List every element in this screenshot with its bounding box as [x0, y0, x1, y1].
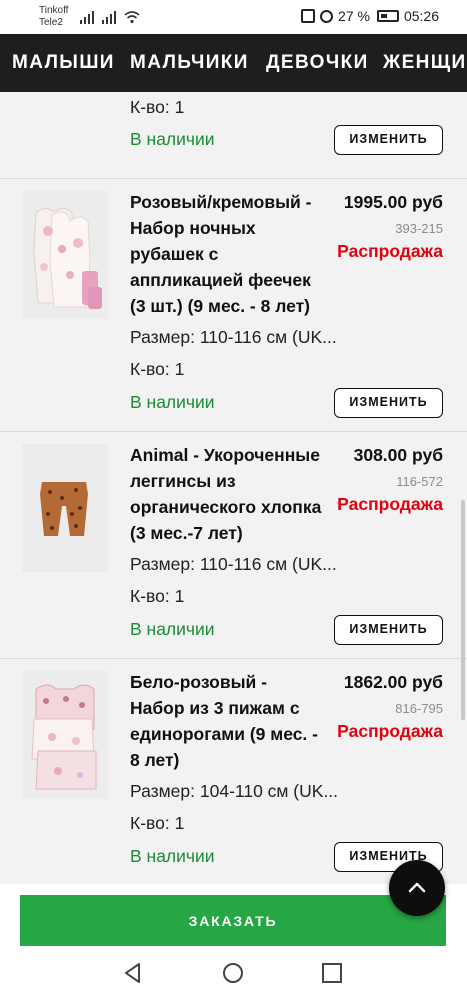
nav-tab-women[interactable]: ЖЕНЩИ: [383, 53, 467, 73]
sale-badge: Распродажа: [337, 241, 443, 261]
cart-item: Розовый/кремовый - Набор ночных рубашек …: [0, 179, 467, 432]
item-availability: В наличии: [130, 392, 215, 412]
change-button[interactable]: ИЗМЕНИТЬ: [334, 615, 443, 645]
category-nav: МАЛЫШИ МАЛЬЧИКИ ДЕВОЧКИ ЖЕНЩИ: [0, 34, 467, 92]
item-code: 116-572: [396, 474, 443, 489]
chevron-up-icon: [408, 882, 426, 893]
mute-icon: [320, 9, 334, 23]
sale-badge: Распродажа: [337, 494, 443, 514]
item-qty: К-во: 1: [130, 97, 185, 117]
product-image[interactable]: [22, 191, 108, 319]
home-icon[interactable]: [222, 962, 244, 984]
clock: 05:26: [403, 8, 439, 24]
status-bar: Tinkoff Tele2 27 % 05:26: [0, 0, 467, 34]
item-availability: В наличии: [130, 129, 215, 149]
change-button[interactable]: ИЗМЕНИТЬ: [334, 125, 443, 155]
scrollbar[interactable]: [461, 500, 465, 720]
carrier-info: Tinkoff Tele2: [39, 5, 68, 29]
battery-icon: [376, 10, 399, 22]
nav-tab-girls[interactable]: ДЕВОЧКИ: [266, 53, 369, 73]
item-size: Размер: 104-110 см (UK...: [130, 781, 339, 801]
item-title[interactable]: Розовый/кремовый - Набор ночных рубашек …: [130, 189, 326, 319]
battery-percent: 27 %: [338, 8, 370, 24]
product-image[interactable]: [22, 671, 108, 799]
wifi-icon: [124, 11, 140, 24]
item-size: Размер: 110-116 см (UK...: [130, 554, 337, 574]
cart-item: К-во: 1 В наличии ИЗМЕНИТЬ: [0, 92, 467, 179]
item-qty: К-во: 1: [130, 813, 185, 833]
status-right: 27 % 05:26: [301, 8, 439, 24]
system-nav-bar: [0, 946, 467, 1000]
item-qty: К-во: 1: [130, 359, 185, 379]
cart-list[interactable]: К-во: 1 В наличии ИЗМЕНИТЬ Розовый/кремо…: [0, 92, 467, 892]
nav-tab-boys[interactable]: МАЛЬЧИКИ: [130, 53, 249, 73]
nfc-icon: [301, 9, 316, 23]
item-code: 816-795: [395, 701, 443, 716]
item-code: 393-215: [395, 221, 443, 236]
item-price: 308.00 руб: [353, 445, 443, 465]
carrier-1: Tinkoff: [39, 5, 69, 16]
item-price: 1995.00 руб: [343, 192, 443, 212]
item-availability: В наличии: [130, 619, 215, 639]
signal-2-icon: [102, 11, 116, 24]
item-availability: В наличии: [130, 846, 215, 866]
change-button[interactable]: ИЗМЕНИТЬ: [334, 388, 443, 418]
carrier-2: Tele2: [39, 17, 63, 28]
item-title[interactable]: Animal - Укороченные леггинсы из органич…: [130, 442, 326, 546]
cart-item: Бело-розовый - Набор из 3 пижам с единор…: [0, 659, 467, 892]
item-price: 1862.00 руб: [343, 672, 443, 692]
item-size: Размер: 110-116 см (UK...: [130, 327, 337, 347]
back-icon[interactable]: [122, 962, 144, 984]
cart-item: Animal - Укороченные леггинсы из органич…: [0, 432, 467, 659]
order-button[interactable]: ЗАКАЗАТЬ: [20, 895, 446, 947]
product-image[interactable]: [22, 444, 108, 572]
signal-1-icon: [80, 11, 94, 24]
sale-badge: Распродажа: [337, 721, 443, 741]
item-qty: К-во: 1: [130, 586, 185, 606]
recents-icon[interactable]: [321, 962, 343, 984]
nav-tab-babies[interactable]: МАЛЫШИ: [12, 53, 115, 73]
scroll-top-button[interactable]: [389, 860, 445, 916]
item-title[interactable]: Бело-розовый - Набор из 3 пижам с единор…: [130, 669, 326, 773]
